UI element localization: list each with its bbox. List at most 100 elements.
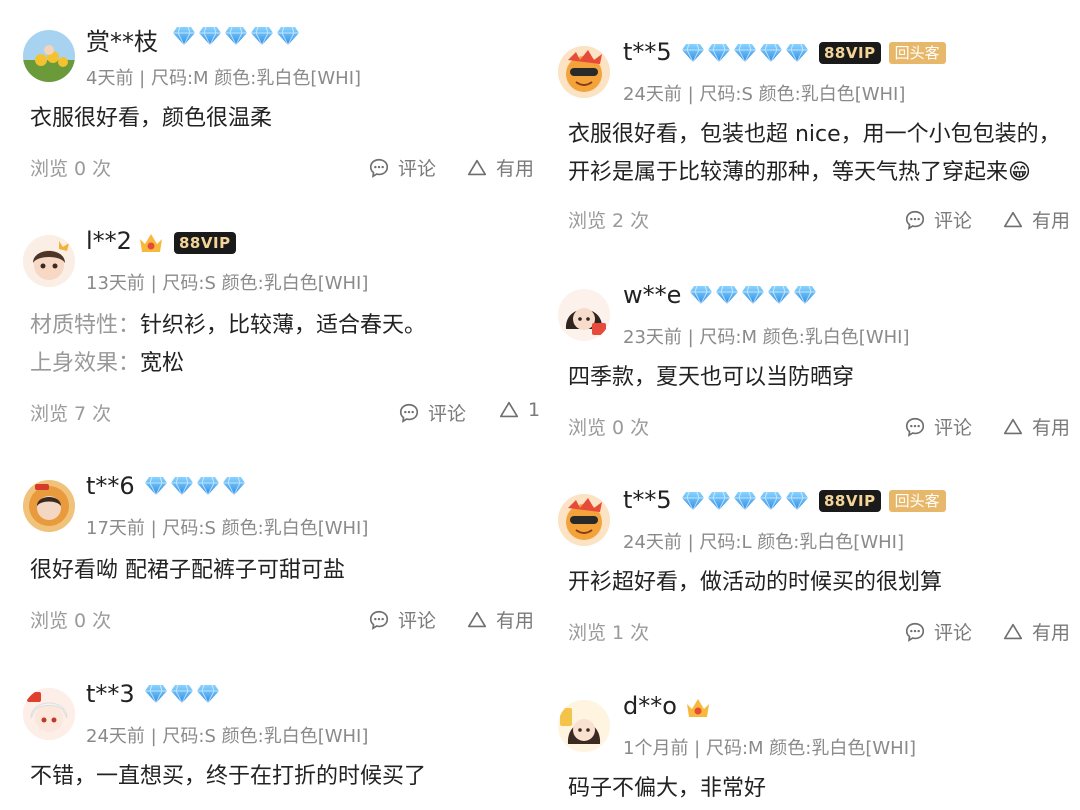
review-line: 开衫是属于比较薄的那种，等天气热了穿起来😁 [568, 160, 1031, 185]
diamond-icon [759, 491, 783, 511]
review-meta: 17天前 | 尺码:S 颜色:乳白色[WHI] [86, 518, 369, 539]
review-text: 开衫超好看，做活动的时候买的很划算 [568, 564, 942, 602]
review-meta: 1个月前 | 尺码:M 颜色:乳白色[WHI] [623, 738, 917, 759]
diamond-icon [196, 476, 220, 496]
comment-bubble-icon [368, 609, 390, 631]
diamond-icon [759, 43, 783, 63]
review-column-right: t**5 88VIP 回头客 24天前 | 尺码:S 颜色:乳白色[WHI] 衣… [540, 0, 1070, 810]
membership-badges [689, 285, 817, 305]
diamond-icon [681, 491, 705, 511]
review-text: 码子不偏大，非常好 [568, 770, 766, 808]
triangle-useful-icon [1002, 209, 1024, 231]
reviewer-nickname: t**5 [623, 38, 672, 66]
review-footer: 浏览 0 次 评论 有用 [568, 413, 1073, 439]
comment-bubble-icon [904, 209, 926, 231]
review-meta: 24天前 | 尺码:L 颜色:乳白色[WHI] [623, 532, 904, 553]
avatar[interactable] [558, 494, 610, 546]
view-count: 浏览 1 次 [568, 622, 650, 644]
vip-badge: 88VIP [819, 42, 881, 64]
diamond-icon [250, 26, 274, 46]
comment-button[interactable]: 评论 [368, 606, 436, 633]
membership-badges [144, 476, 246, 496]
diamond-icon [170, 476, 194, 496]
diamond-icon [793, 285, 817, 305]
diamond-icon [707, 491, 731, 511]
triangle-useful-icon [498, 399, 520, 421]
avatar[interactable] [558, 289, 610, 341]
diamond-icon [144, 684, 168, 704]
review-meta: 24天前 | 尺码:S 颜色:乳白色[WHI] [623, 84, 906, 105]
reviewer-nickname: t**3 [86, 680, 135, 708]
useful-label: 有用 [1032, 622, 1071, 644]
comment-bubble-icon [904, 621, 926, 643]
review-line: 很好看呦 配裙子配裤子可甜可盐 [30, 558, 345, 583]
crown-icon [138, 231, 164, 255]
reviewer-nickname: 赏**枝 [86, 28, 158, 56]
comment-button[interactable]: 评论 [398, 399, 466, 426]
review-meta: 13天前 | 尺码:S 颜色:乳白色[WHI] [86, 273, 369, 294]
diamond-icon [172, 26, 196, 46]
useful-button[interactable]: 1 [498, 399, 540, 421]
review-line: 不错，一直想买，终于在打折的时候买了 [30, 764, 427, 789]
review-text: 不错，一直想买，终于在打折的时候买了 [30, 758, 426, 796]
comment-button[interactable]: 评论 [904, 206, 972, 233]
attribute-value: 宽松 [140, 351, 185, 376]
review-column-left: 赏**枝 4天前 | 尺码:M 颜色:乳白色[WHI] 衣服很好看，颜色很温柔 … [0, 0, 540, 810]
diamond-icon [196, 684, 220, 704]
useful-button[interactable]: 有用 [1002, 206, 1070, 233]
comment-bubble-icon [398, 402, 420, 424]
review-footer: 浏览 0 次 评论 有用 [30, 154, 535, 180]
membership-badges [144, 684, 220, 704]
useful-label: 有用 [1032, 417, 1071, 439]
avatar[interactable] [558, 46, 610, 98]
diamond-icon [224, 26, 248, 46]
triangle-useful-icon [466, 609, 488, 631]
reviewer-nickname: l**2 [86, 227, 132, 255]
comment-label: 评论 [428, 403, 467, 425]
review-line: 四季款，夏天也可以当防晒穿 [568, 365, 855, 390]
reviewer-nickname: d**o [623, 692, 677, 720]
useful-label: 有用 [1032, 210, 1071, 232]
diamond-icon [715, 285, 739, 305]
returning-customer-badge: 回头客 [888, 490, 946, 512]
comment-label: 评论 [398, 610, 437, 632]
review-line: 开衫超好看，做活动的时候买的很划算 [568, 570, 943, 595]
avatar[interactable] [23, 30, 75, 82]
review-footer: 浏览 1 次 评论 有用 [568, 618, 1073, 644]
vip-badge: 88VIP [819, 490, 881, 512]
useful-button[interactable]: 有用 [466, 154, 534, 181]
diamond-icon [144, 476, 168, 496]
reviewer-nickname: t**6 [86, 472, 135, 500]
useful-button[interactable]: 有用 [1002, 413, 1070, 440]
comment-label: 评论 [934, 417, 973, 439]
attribute-label: 上身效果： [30, 351, 141, 376]
avatar[interactable] [558, 700, 610, 752]
useful-button[interactable]: 有用 [1002, 618, 1070, 645]
diamond-icon [198, 26, 222, 46]
comment-bubble-icon [904, 416, 926, 438]
avatar[interactable] [23, 235, 75, 287]
avatar[interactable] [23, 480, 75, 532]
comment-label: 评论 [934, 210, 973, 232]
crown-icon [685, 696, 711, 720]
review-text: 衣服很好看，颜色很温柔 [30, 100, 272, 138]
view-count: 浏览 7 次 [30, 403, 112, 425]
comment-button[interactable]: 评论 [904, 413, 972, 440]
avatar[interactable] [23, 688, 75, 740]
returning-customer-badge: 回头客 [888, 42, 946, 64]
review-text: 材质特性：针织衫，比较薄，适合春天。 上身效果：宽松 [30, 307, 426, 383]
diamond-icon [741, 285, 765, 305]
useful-button[interactable]: 有用 [466, 606, 534, 633]
view-count: 浏览 2 次 [568, 210, 650, 232]
review-footer: 浏览 2 次 评论 有用 [568, 206, 1073, 232]
review-line: 衣服很好看，颜色很温柔 [30, 106, 273, 131]
reviewer-nickname: t**5 [623, 486, 672, 514]
membership-badges: 88VIP [138, 231, 236, 255]
membership-badges: 88VIP 回头客 [681, 42, 946, 64]
comment-button[interactable]: 评论 [904, 618, 972, 645]
review-text: 四季款，夏天也可以当防晒穿 [568, 359, 854, 397]
diamond-icon [733, 43, 757, 63]
diamond-icon [785, 491, 809, 511]
comment-button[interactable]: 评论 [368, 154, 436, 181]
vip-badge: 88VIP [174, 232, 236, 254]
